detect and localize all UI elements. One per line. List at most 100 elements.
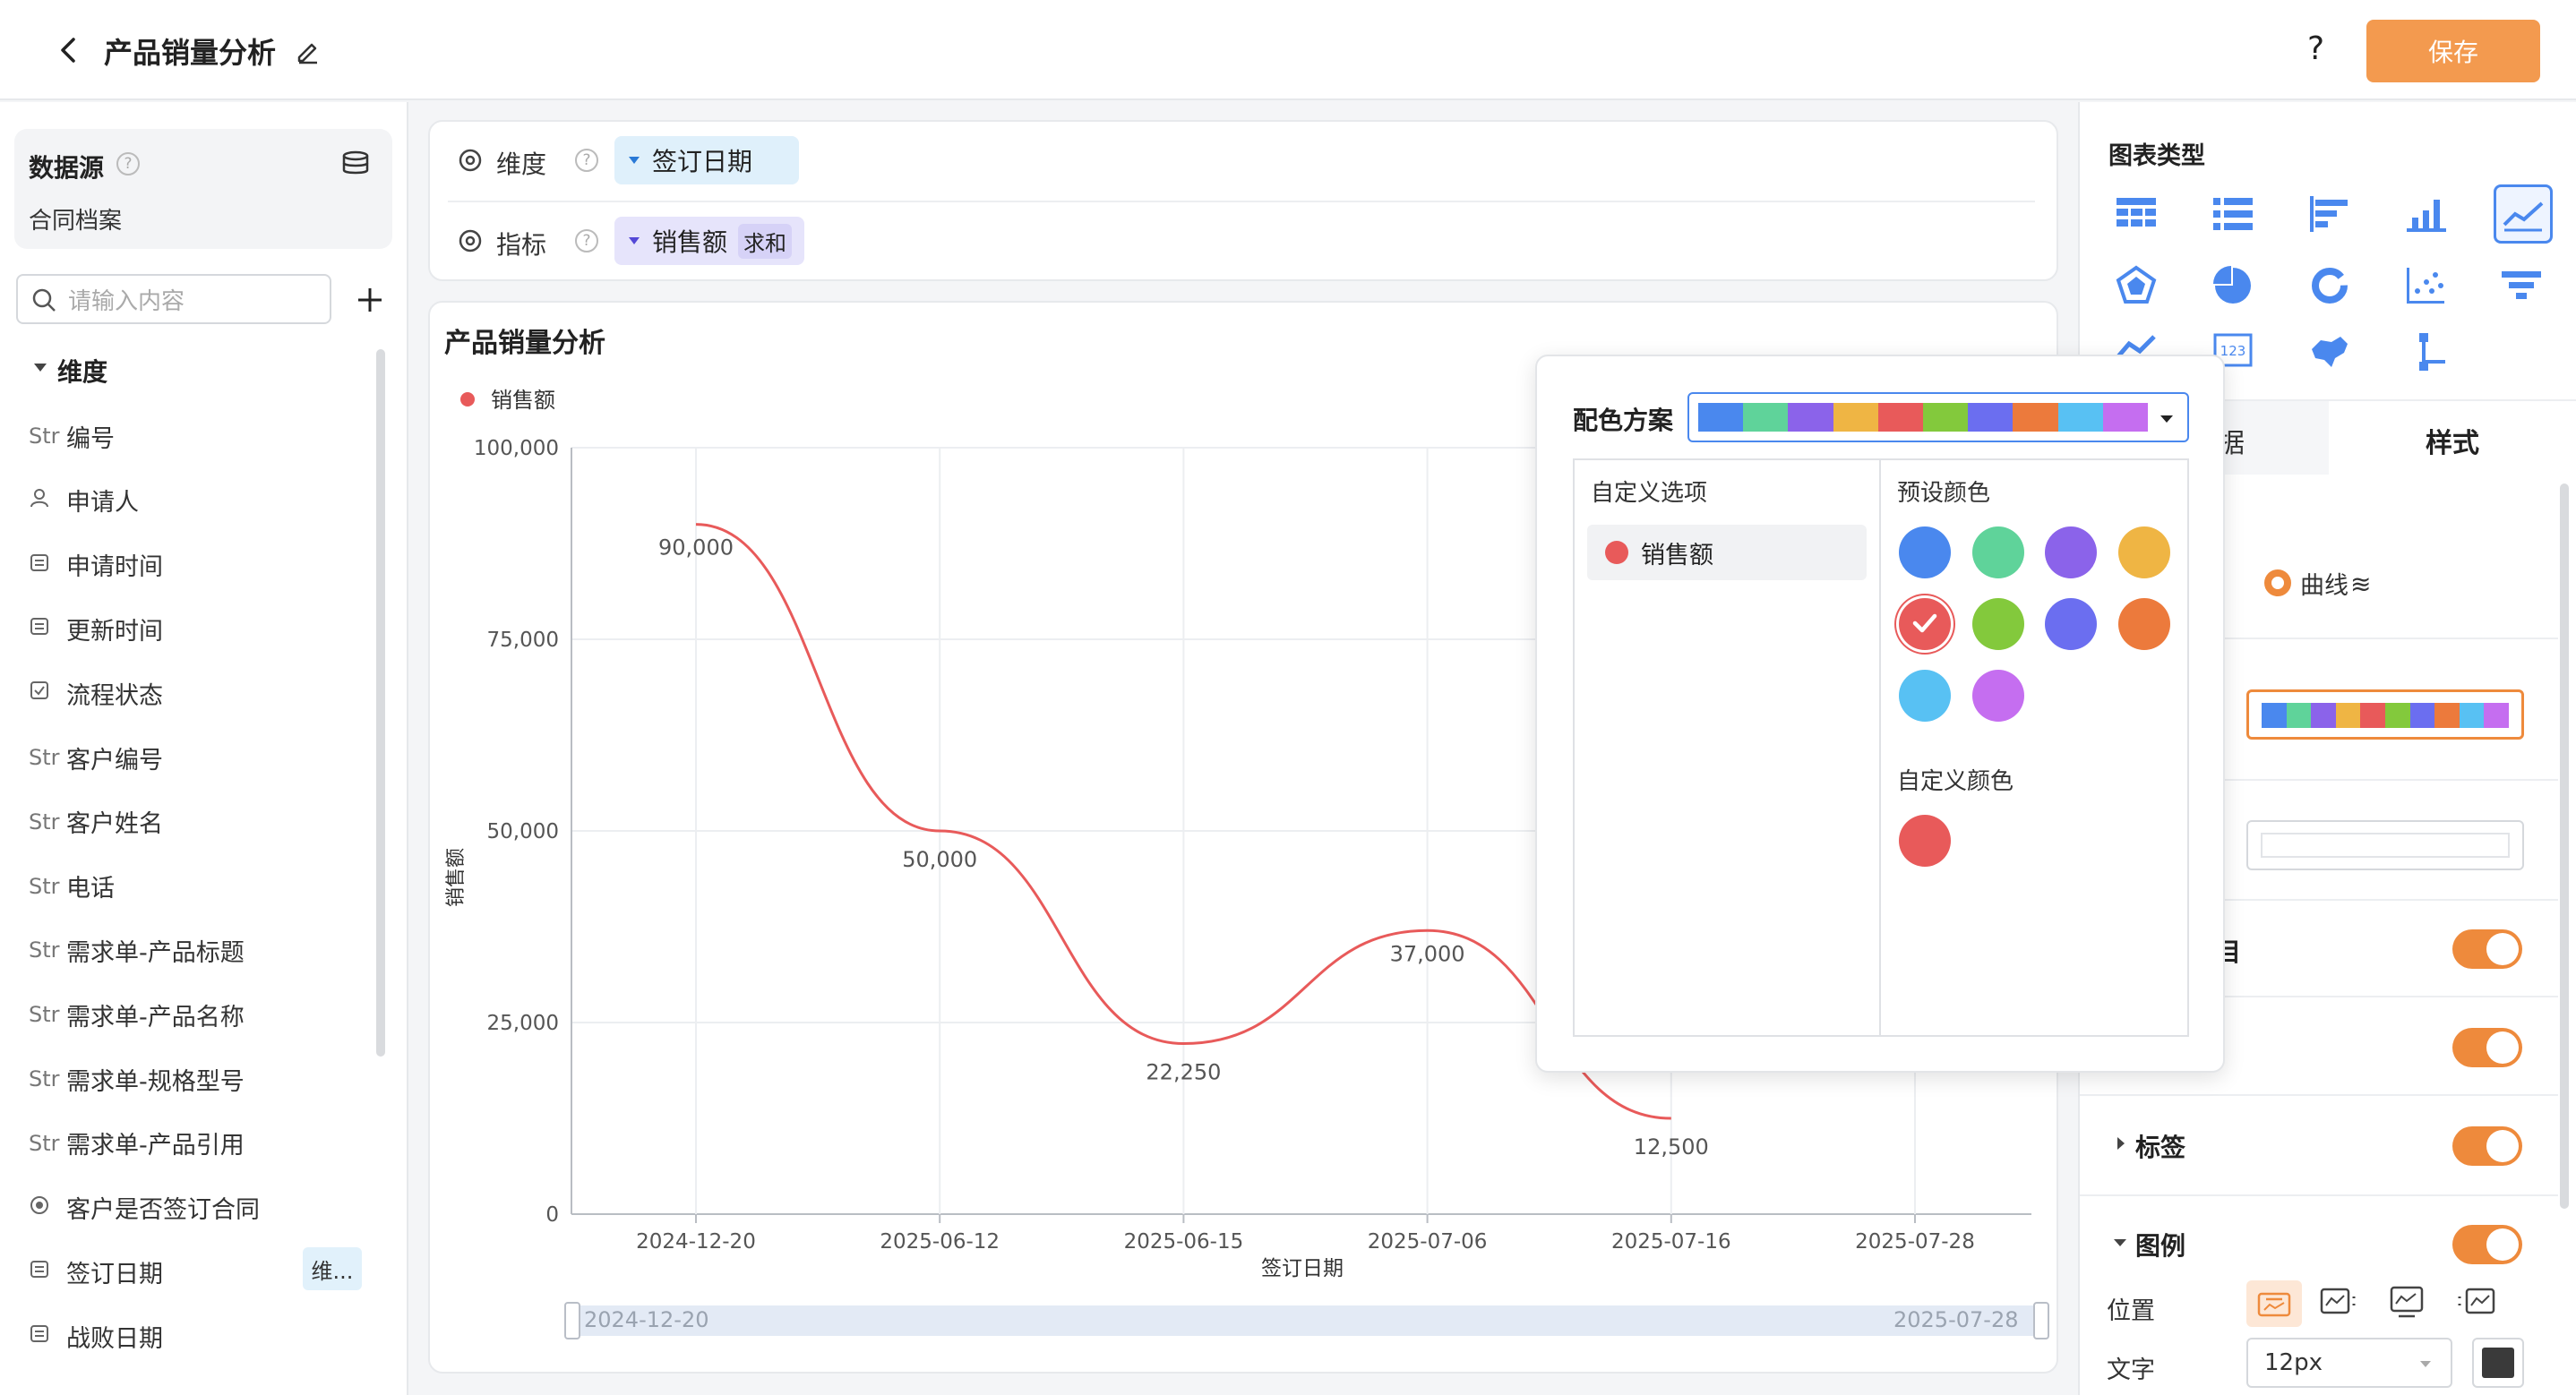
datazoom-right-handle[interactable] bbox=[2033, 1302, 2049, 1339]
help-icon[interactable]: ? bbox=[2307, 30, 2324, 67]
tab-style[interactable]: 样式 bbox=[2426, 421, 2479, 460]
org-chart-icon[interactable] bbox=[2399, 329, 2454, 372]
field-item[interactable]: Str 客户姓名 bbox=[29, 800, 163, 844]
preset-color-swatch[interactable] bbox=[1899, 526, 1951, 578]
preset-color-swatch[interactable] bbox=[1971, 670, 2024, 722]
preset-color-swatch[interactable] bbox=[1971, 526, 2024, 578]
palette-color-cell bbox=[1788, 403, 1833, 432]
legend-position-top-icon[interactable] bbox=[2246, 1280, 2302, 1327]
bar-chart-icon[interactable] bbox=[2399, 186, 2454, 242]
data-label: 37,000 bbox=[1390, 941, 1465, 966]
datazoom-left-handle[interactable] bbox=[564, 1302, 580, 1339]
search-placeholder: 请输入内容 bbox=[68, 287, 185, 315]
toggle-switch[interactable] bbox=[2452, 1028, 2522, 1067]
calendar-icon bbox=[29, 615, 59, 642]
legend-marker bbox=[460, 392, 475, 407]
curve-radio[interactable] bbox=[2264, 569, 2291, 596]
field-item[interactable]: 战败日期 bbox=[29, 1314, 163, 1358]
legend-position-right-icon[interactable] bbox=[2320, 1284, 2361, 1323]
field-item[interactable]: 更新时间 bbox=[29, 606, 163, 651]
toggle-switch[interactable] bbox=[2452, 929, 2522, 969]
list-chart-icon[interactable] bbox=[2205, 186, 2261, 242]
curve-label: 曲线 bbox=[2300, 572, 2348, 600]
field-item[interactable]: 签订日期 bbox=[29, 1249, 163, 1294]
preset-color-swatch[interactable] bbox=[1899, 670, 1951, 722]
field-item[interactable]: Str 编号 bbox=[29, 414, 115, 458]
font-size-select[interactable]: 12px bbox=[2246, 1338, 2452, 1388]
text-color-picker[interactable] bbox=[2472, 1338, 2524, 1388]
datasource-help-icon[interactable]: ? bbox=[116, 152, 140, 175]
palette-color-cell bbox=[2459, 703, 2485, 728]
funnel-chart-icon[interactable] bbox=[2494, 258, 2549, 313]
pie-chart-icon[interactable] bbox=[2205, 258, 2261, 313]
label-toggle[interactable] bbox=[2452, 1126, 2522, 1166]
table-chart-icon[interactable] bbox=[2108, 186, 2164, 242]
color-scheme-select[interactable] bbox=[1687, 392, 2189, 442]
radar-chart-icon[interactable] bbox=[2108, 258, 2164, 313]
custom-options-label: 自定义选项 bbox=[1591, 480, 1708, 507]
field-label: 客户是否签订合同 bbox=[66, 1196, 260, 1225]
line-chart-type-icon[interactable] bbox=[2494, 184, 2553, 244]
scatter-chart-icon[interactable] bbox=[2399, 258, 2454, 313]
label-section-caret-icon[interactable] bbox=[2117, 1137, 2125, 1150]
legend-position-left-icon[interactable] bbox=[2456, 1284, 2497, 1323]
legend-section-caret-icon[interactable] bbox=[2114, 1239, 2126, 1246]
preset-color-swatch[interactable] bbox=[1899, 598, 1951, 650]
field-item[interactable]: 申请时间 bbox=[29, 543, 163, 587]
font-size-value: 12px bbox=[2264, 1349, 2323, 1376]
field-item[interactable]: 客户是否签订合同 bbox=[29, 1185, 260, 1230]
legend-position-bottom-icon[interactable] bbox=[2388, 1284, 2429, 1323]
data-label: 22,250 bbox=[1146, 1060, 1221, 1085]
field-item[interactable]: Str 电话 bbox=[29, 864, 115, 909]
text-label: 文字 bbox=[2107, 1356, 2155, 1384]
field-label: 申请时间 bbox=[66, 553, 163, 582]
preset-color-swatch[interactable] bbox=[2117, 598, 2170, 650]
right-scrollbar[interactable] bbox=[2560, 484, 2569, 1209]
y-tick-label: 25,000 bbox=[487, 1012, 559, 1035]
back-icon[interactable] bbox=[56, 34, 81, 66]
preset-colors-label: 预设颜色 bbox=[1897, 480, 1991, 507]
text-type-icon: Str bbox=[29, 424, 60, 449]
preset-color-swatch[interactable] bbox=[2045, 526, 2098, 578]
x-tick-label: 2025-06-15 bbox=[1124, 1230, 1244, 1254]
x-tick-label: 2025-06-12 bbox=[880, 1230, 1000, 1254]
field-label: 更新时间 bbox=[66, 617, 163, 646]
data-label: 90,000 bbox=[658, 535, 734, 561]
label-section-title: 标签 bbox=[2135, 1133, 2186, 1162]
palette-strip bbox=[1698, 403, 2149, 432]
save-button[interactable]: 保存 bbox=[2366, 20, 2540, 82]
search-input[interactable]: 请输入内容 bbox=[16, 274, 331, 324]
option-item-sales[interactable]: 销售额 bbox=[1587, 525, 1867, 580]
palette-color-cell bbox=[2409, 703, 2435, 728]
palette-color-cell bbox=[2057, 403, 2103, 432]
add-field-button[interactable] bbox=[355, 285, 385, 315]
preset-color-swatch[interactable] bbox=[2045, 598, 2098, 650]
field-item[interactable]: Str 客户编号 bbox=[29, 735, 163, 780]
horizontal-bar-icon[interactable] bbox=[2302, 186, 2357, 242]
preset-color-swatch[interactable] bbox=[2117, 526, 2170, 578]
field-item[interactable]: Str 需求单-产品标题 bbox=[29, 928, 245, 972]
field-in-use-badge: 维... bbox=[303, 1247, 362, 1291]
y-tick-label: 0 bbox=[545, 1203, 559, 1227]
donut-chart-icon[interactable] bbox=[2302, 258, 2357, 313]
preset-color-swatch[interactable] bbox=[1971, 598, 2024, 650]
field-item[interactable]: Str 需求单-产品引用 bbox=[29, 1121, 245, 1166]
field-item[interactable]: 流程状态 bbox=[29, 671, 163, 715]
x-axis-title: 签订日期 bbox=[1261, 1257, 1344, 1280]
edit-title-icon[interactable] bbox=[294, 38, 321, 64]
background-color-input[interactable] bbox=[2246, 820, 2524, 870]
palette-select[interactable] bbox=[2246, 689, 2524, 740]
field-item[interactable]: 申请人 bbox=[29, 478, 139, 523]
datazoom-slider[interactable] bbox=[571, 1305, 2040, 1336]
group-collapse-icon[interactable] bbox=[34, 364, 47, 372]
legend-toggle[interactable] bbox=[2452, 1225, 2522, 1264]
text-type-icon: Str bbox=[29, 1066, 60, 1091]
field-item[interactable]: Str 需求单-产品名称 bbox=[29, 992, 245, 1037]
field-label: 需求单-产品引用 bbox=[66, 1132, 245, 1160]
custom-color-swatch[interactable] bbox=[1899, 815, 1951, 867]
field-item[interactable]: Str 需求单-规格型号 bbox=[29, 1057, 245, 1101]
database-icon[interactable] bbox=[340, 150, 371, 177]
map-chart-icon[interactable] bbox=[2302, 329, 2357, 372]
sidebar-scrollbar[interactable] bbox=[376, 349, 385, 1057]
palette-color-cell bbox=[2360, 703, 2385, 728]
